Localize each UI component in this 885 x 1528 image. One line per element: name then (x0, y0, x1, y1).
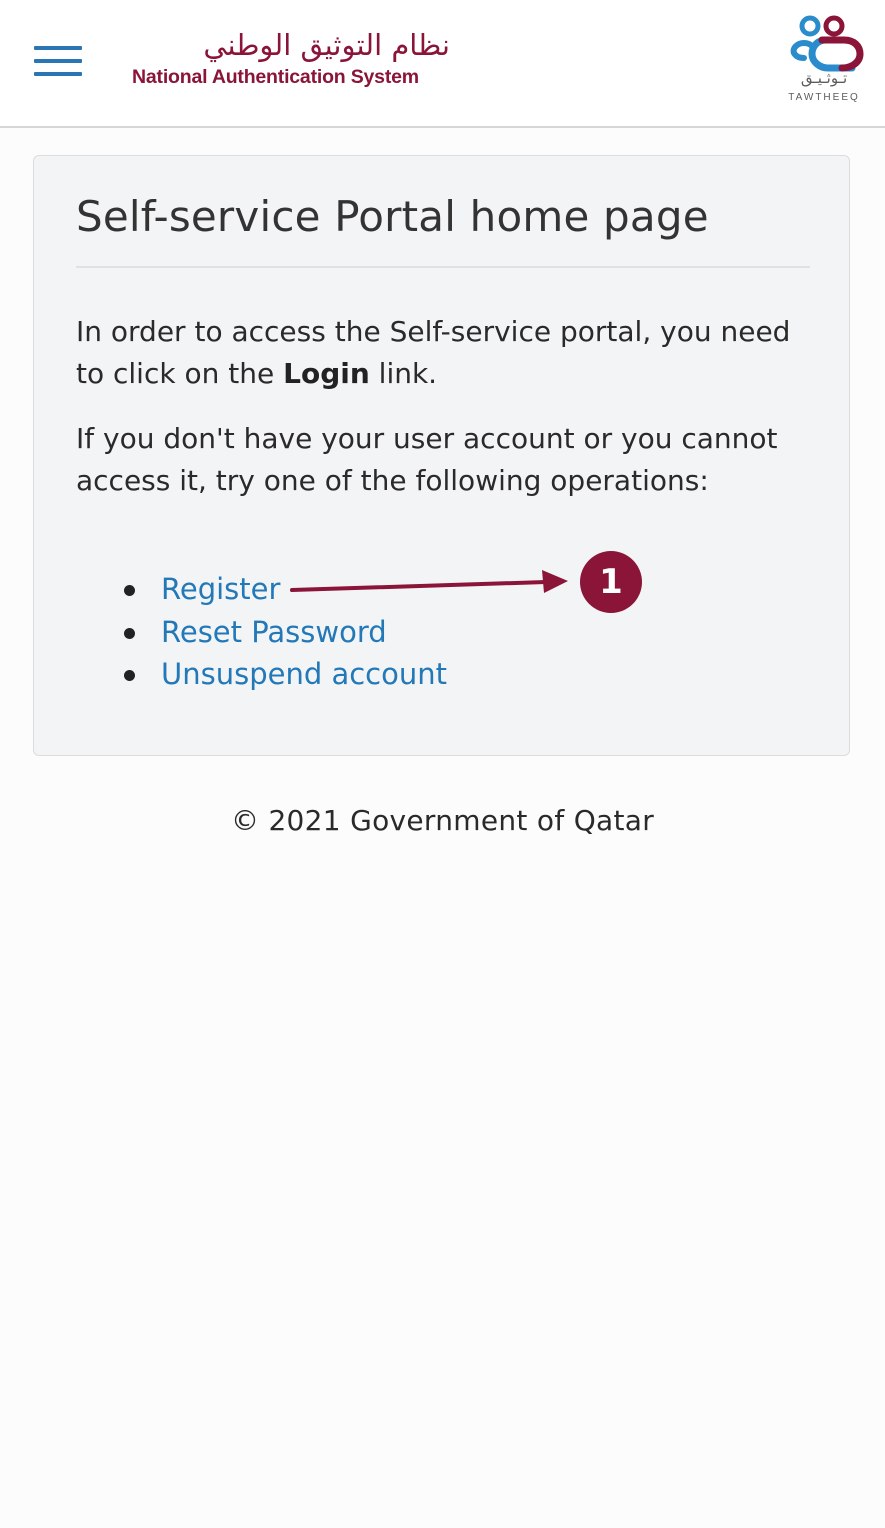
list-item: Reset Password (124, 611, 447, 654)
step-number-badge: 1 (580, 551, 642, 613)
logo-text-arabic: تـوثـيـق (800, 69, 848, 87)
tawtheeq-logo: تـوثـيـق TAWTHEEQ (782, 14, 866, 110)
content-panel: Self-service Portal home page In order t… (33, 155, 850, 756)
tawtheeq-logo-mark (790, 15, 864, 72)
brand-title: نظام التوثيق الوطني National Authenticat… (132, 28, 452, 89)
list-item: Unsuspend account (124, 653, 447, 696)
bullet-icon (124, 670, 135, 681)
bullet-icon (124, 627, 135, 639)
register-link[interactable]: Register (161, 572, 280, 606)
login-keyword: Login (283, 357, 370, 390)
page-title: Self-service Portal home page (76, 192, 709, 241)
login-instructions-after: link. (369, 357, 438, 390)
title-divider (76, 266, 810, 268)
account-help-text: If you don't have your user account or y… (76, 422, 778, 497)
brand-title-english: National Authentication System (132, 66, 419, 88)
hamburger-menu-icon[interactable] (34, 46, 82, 78)
app-header: نظام التوثيق الوطني National Authenticat… (0, 0, 885, 128)
login-instructions: In order to access the Self-service port… (76, 311, 796, 395)
brand-title-arabic: نظام التوثيق الوطني (203, 28, 450, 62)
reset-password-link[interactable]: Reset Password (161, 615, 387, 649)
logo-text-english: TAWTHEEQ (788, 92, 860, 103)
annotation-arrow-icon (290, 570, 568, 593)
unsuspend-account-link[interactable]: Unsuspend account (161, 657, 447, 691)
footer-copyright: © 2021 Government of Qatar (230, 804, 655, 837)
bullet-icon (124, 585, 135, 596)
